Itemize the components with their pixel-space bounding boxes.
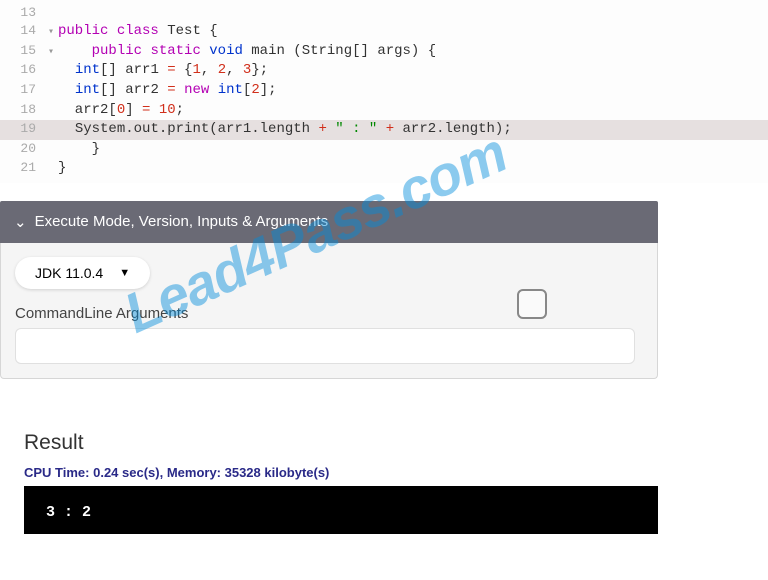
jdk-version-select[interactable]: JDK 11.0.4 ▼	[15, 257, 150, 289]
select-value: JDK 11.0.4	[35, 265, 103, 281]
code-line[interactable]: 20 }	[0, 140, 768, 160]
line-number: 15	[0, 42, 48, 60]
chevron-down-icon: ▼	[119, 267, 130, 279]
output-text: 3 : 2	[46, 504, 91, 521]
code-content: arr2[0] = 10;	[58, 101, 184, 121]
code-content: public static void main (String[] args) …	[58, 42, 436, 62]
code-content: public class Test {	[58, 22, 218, 42]
code-line[interactable]: 21}	[0, 159, 768, 179]
code-line[interactable]: 18 arr2[0] = 10;	[0, 101, 768, 121]
option-checkbox[interactable]	[517, 289, 547, 319]
line-number: 20	[0, 140, 48, 158]
code-editor[interactable]: 1314▾public class Test {15▾ public stati…	[0, 0, 768, 183]
args-input[interactable]	[15, 328, 635, 364]
args-label: CommandLine Arguments	[15, 305, 643, 322]
panel-title: Execute Mode, Version, Inputs & Argument…	[35, 213, 329, 230]
code-line[interactable]: 13	[0, 4, 768, 22]
code-line[interactable]: 19 System.out.print(arr1.length + " : " …	[0, 120, 768, 140]
result-heading: Result	[24, 431, 768, 455]
code-line[interactable]: 15▾ public static void main (String[] ar…	[0, 42, 768, 62]
chevron-down-icon: ⌄	[14, 213, 27, 231]
line-number: 17	[0, 81, 48, 99]
execute-panel-body: JDK 11.0.4 ▼ CommandLine Arguments	[0, 243, 658, 379]
line-number: 19	[0, 120, 48, 138]
code-line[interactable]: 14▾public class Test {	[0, 22, 768, 42]
code-content: }	[58, 140, 100, 160]
stats-line: CPU Time: 0.24 sec(s), Memory: 35328 kil…	[24, 465, 768, 480]
code-line[interactable]: 17 int[] arr2 = new int[2];	[0, 81, 768, 101]
fold-icon[interactable]: ▾	[48, 46, 58, 60]
fold-icon[interactable]: ▾	[48, 26, 58, 40]
terminal-output: 3 : 2	[24, 486, 658, 534]
code-content: System.out.print(arr1.length + " : " + a…	[58, 120, 512, 140]
line-number: 13	[0, 4, 48, 22]
code-content: }	[58, 159, 66, 179]
line-number: 14	[0, 22, 48, 40]
execute-panel-header[interactable]: ⌄ Execute Mode, Version, Inputs & Argume…	[0, 201, 658, 243]
code-content: int[] arr1 = {1, 2, 3};	[58, 61, 268, 81]
line-number: 21	[0, 159, 48, 177]
code-line[interactable]: 16 int[] arr1 = {1, 2, 3};	[0, 61, 768, 81]
line-number: 18	[0, 101, 48, 119]
line-number: 16	[0, 61, 48, 79]
code-content: int[] arr2 = new int[2];	[58, 81, 277, 101]
